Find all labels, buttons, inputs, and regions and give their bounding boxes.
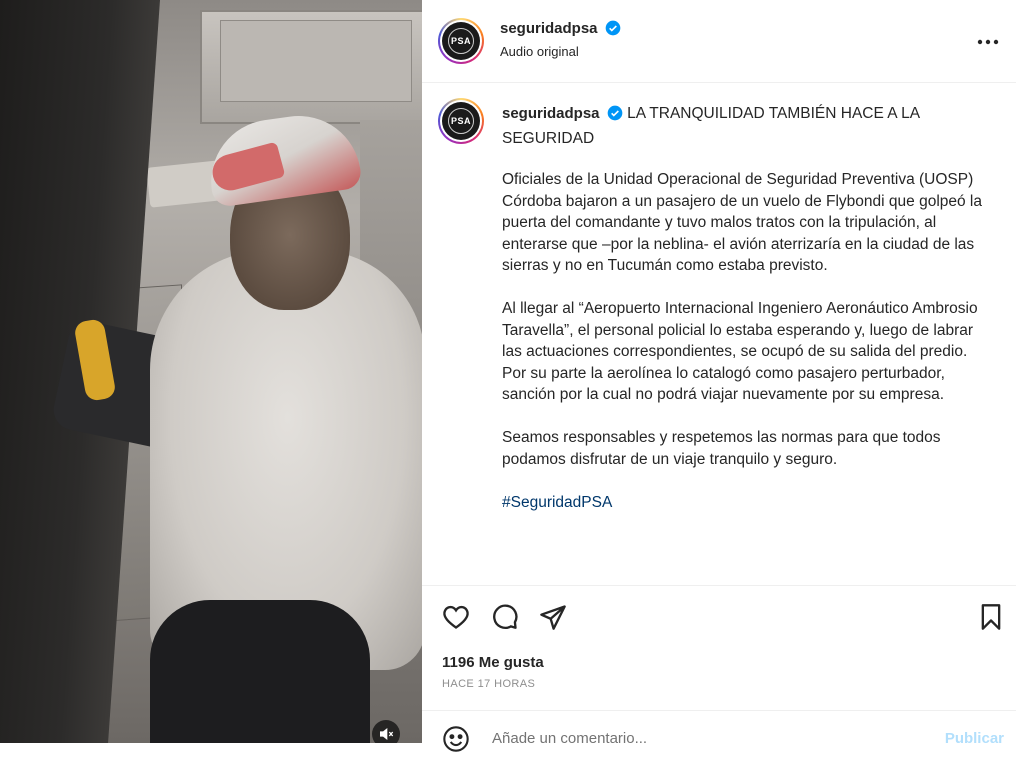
likes-count[interactable]: 1196 Me gusta [442, 654, 544, 671]
ceiling-inner-panel [220, 20, 412, 102]
more-options-icon[interactable] [976, 30, 1000, 54]
caption-area: PSA seguridadpsa LA TRANQUILIDAD TAMBIÉN… [422, 83, 1016, 586]
caption-avatar[interactable]: PSA [438, 98, 484, 144]
share-icon[interactable] [536, 600, 570, 634]
post-header: PSA seguridadpsa Audio original [422, 0, 1016, 83]
psa-logo: PSA [442, 102, 480, 140]
avatar[interactable]: PSA [438, 18, 484, 64]
caption-avatar-frame: PSA [440, 100, 482, 142]
post-timestamp[interactable]: HACE 17 HORAS [442, 678, 535, 690]
header-text: seguridadpsa Audio original [500, 20, 621, 59]
psa-logo: PSA [442, 22, 480, 60]
comment-bar: Publicar [422, 710, 1016, 752]
publish-button[interactable]: Publicar [945, 730, 1004, 747]
caption-username[interactable]: seguridadpsa [502, 105, 600, 122]
caption-paragraph: Seamos responsables y respetemos las nor… [502, 429, 941, 468]
post-video[interactable] [0, 0, 422, 743]
avatar-frame: PSA [440, 20, 482, 62]
bookmark-icon[interactable] [974, 600, 1008, 634]
caption-body: Oficiales de la Unidad Operacional de Se… [502, 169, 992, 535]
verified-badge-icon [605, 20, 621, 41]
avatar-text: PSA [448, 28, 474, 54]
post-actions [422, 600, 1016, 640]
audio-label[interactable]: Audio original [500, 44, 621, 59]
comment-input[interactable] [490, 729, 914, 748]
username-link[interactable]: seguridadpsa [500, 20, 598, 37]
caption-title-block: seguridadpsa LA TRANQUILIDAD TAMBIÉN HAC… [502, 103, 992, 149]
caption-paragraph: Oficiales de la Unidad Operacional de Se… [502, 171, 982, 274]
heart-icon[interactable] [439, 600, 473, 634]
hashtag-link[interactable]: #SeguridadPSA [502, 492, 992, 514]
comment-icon[interactable] [488, 600, 522, 634]
verified-badge-icon [607, 105, 623, 128]
emoji-icon[interactable] [442, 725, 470, 753]
post-details-panel: PSA seguridadpsa Audio original PSA segu… [422, 0, 1016, 752]
caption-paragraph: Al llegar al “Aeropuerto Internacional I… [502, 300, 978, 403]
muted-audio-icon[interactable] [372, 720, 400, 743]
caption-avatar-text: PSA [448, 108, 474, 134]
passenger-pants [150, 600, 370, 743]
